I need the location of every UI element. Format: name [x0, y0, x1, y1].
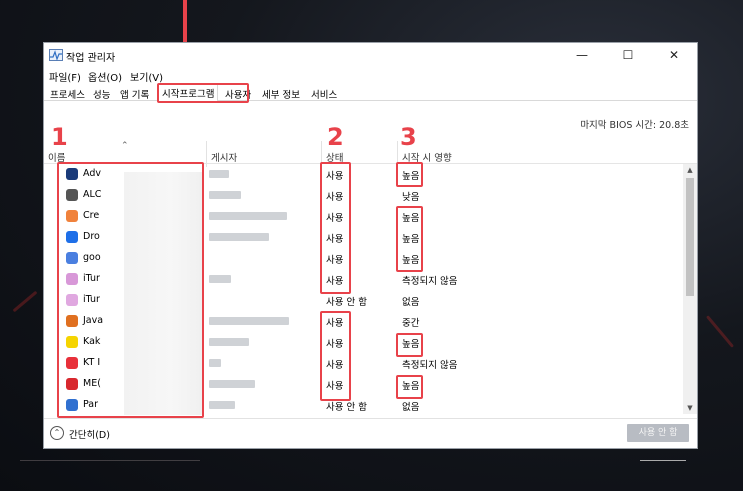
highlight-names	[57, 162, 204, 418]
menu-view[interactable]: 보기(V)	[130, 69, 163, 84]
highlight-impact	[396, 162, 423, 187]
startup-impact-text: 측정되지 않음	[402, 276, 458, 287]
tab-app-history[interactable]: 앱 기록	[117, 86, 152, 102]
publisher-blurred	[209, 191, 241, 199]
task-manager-window: 작업 관리자 — ☐ ✕ 파일(F) 옵션(O) 보기(V) 프로세스 성능 앱…	[43, 42, 698, 449]
publisher-blurred	[209, 401, 235, 409]
background-streak	[12, 290, 38, 313]
status-text: 사용 안 함	[326, 297, 367, 308]
publisher-blurred	[209, 275, 231, 283]
publisher-blurred	[209, 317, 289, 325]
background-light	[20, 460, 200, 461]
menu-bar: 파일(F) 옵션(O) 보기(V)	[44, 67, 697, 84]
publisher-blurred	[209, 212, 287, 220]
startup-impact-text: 낮음	[402, 192, 420, 203]
close-button[interactable]: ✕	[651, 43, 697, 67]
publisher-blurred	[209, 233, 269, 241]
startup-impact-text: 없음	[402, 297, 420, 308]
publisher-blurred	[209, 380, 255, 388]
tab-processes[interactable]: 프로세스	[47, 86, 88, 102]
tab-services[interactable]: 서비스	[308, 86, 340, 102]
scrollbar-thumb[interactable]	[686, 178, 694, 296]
sort-ascending-icon: ⌃	[121, 141, 129, 151]
scroll-up-icon[interactable]: ▲	[683, 164, 697, 176]
annotation-number-2: 2	[327, 123, 344, 151]
column-header-publisher[interactable]: 게시자	[211, 150, 237, 164]
startup-tab-highlight	[157, 83, 249, 103]
tab-details[interactable]: 세부 정보	[259, 86, 303, 102]
collapse-chevron-icon[interactable]: ⌃	[50, 426, 64, 440]
tab-performance[interactable]: 성능	[90, 86, 113, 102]
startup-impact-text: 중간	[402, 318, 420, 329]
scroll-down-icon[interactable]: ▼	[683, 402, 697, 414]
window-title: 작업 관리자	[66, 53, 116, 64]
annotation-number-3: 3	[400, 123, 417, 151]
publisher-blurred	[209, 170, 229, 178]
menu-options[interactable]: 옵션(O)	[88, 69, 122, 84]
title-bar[interactable]: 작업 관리자 — ☐ ✕	[44, 43, 697, 67]
highlight-impact	[396, 375, 423, 399]
disable-button[interactable]: 사용 안 함	[627, 424, 689, 442]
tab-strip: 프로세스 성능 앱 기록 시작프로그램 사용자 세부 정보 서비스	[44, 83, 697, 103]
annotation-number-1: 1	[51, 123, 68, 151]
highlight-impact	[396, 333, 423, 357]
highlight-impact	[396, 206, 423, 272]
menu-file[interactable]: 파일(F)	[49, 69, 81, 84]
vertical-scrollbar[interactable]: ▲ ▼	[683, 164, 697, 414]
highlight-status-group-2	[320, 311, 351, 401]
status-text: 사용 안 함	[326, 402, 367, 413]
background-streak	[705, 315, 735, 348]
last-bios-time: 마지막 BIOS 시간: 20.8초	[580, 120, 689, 131]
task-manager-icon	[49, 49, 63, 61]
publisher-blurred	[209, 359, 221, 367]
minimize-button[interactable]: —	[559, 43, 605, 67]
highlight-status-group-1	[320, 162, 351, 294]
startup-impact-text: 없음	[402, 402, 420, 413]
maximize-button[interactable]: ☐	[605, 43, 651, 67]
startup-impact-text: 측정되지 않음	[402, 360, 458, 371]
publisher-blurred	[209, 338, 249, 346]
collapse-link[interactable]: 간단히(D)	[69, 427, 110, 441]
footer-bar: ⌃ 간단히(D) 사용 안 함	[44, 418, 697, 448]
